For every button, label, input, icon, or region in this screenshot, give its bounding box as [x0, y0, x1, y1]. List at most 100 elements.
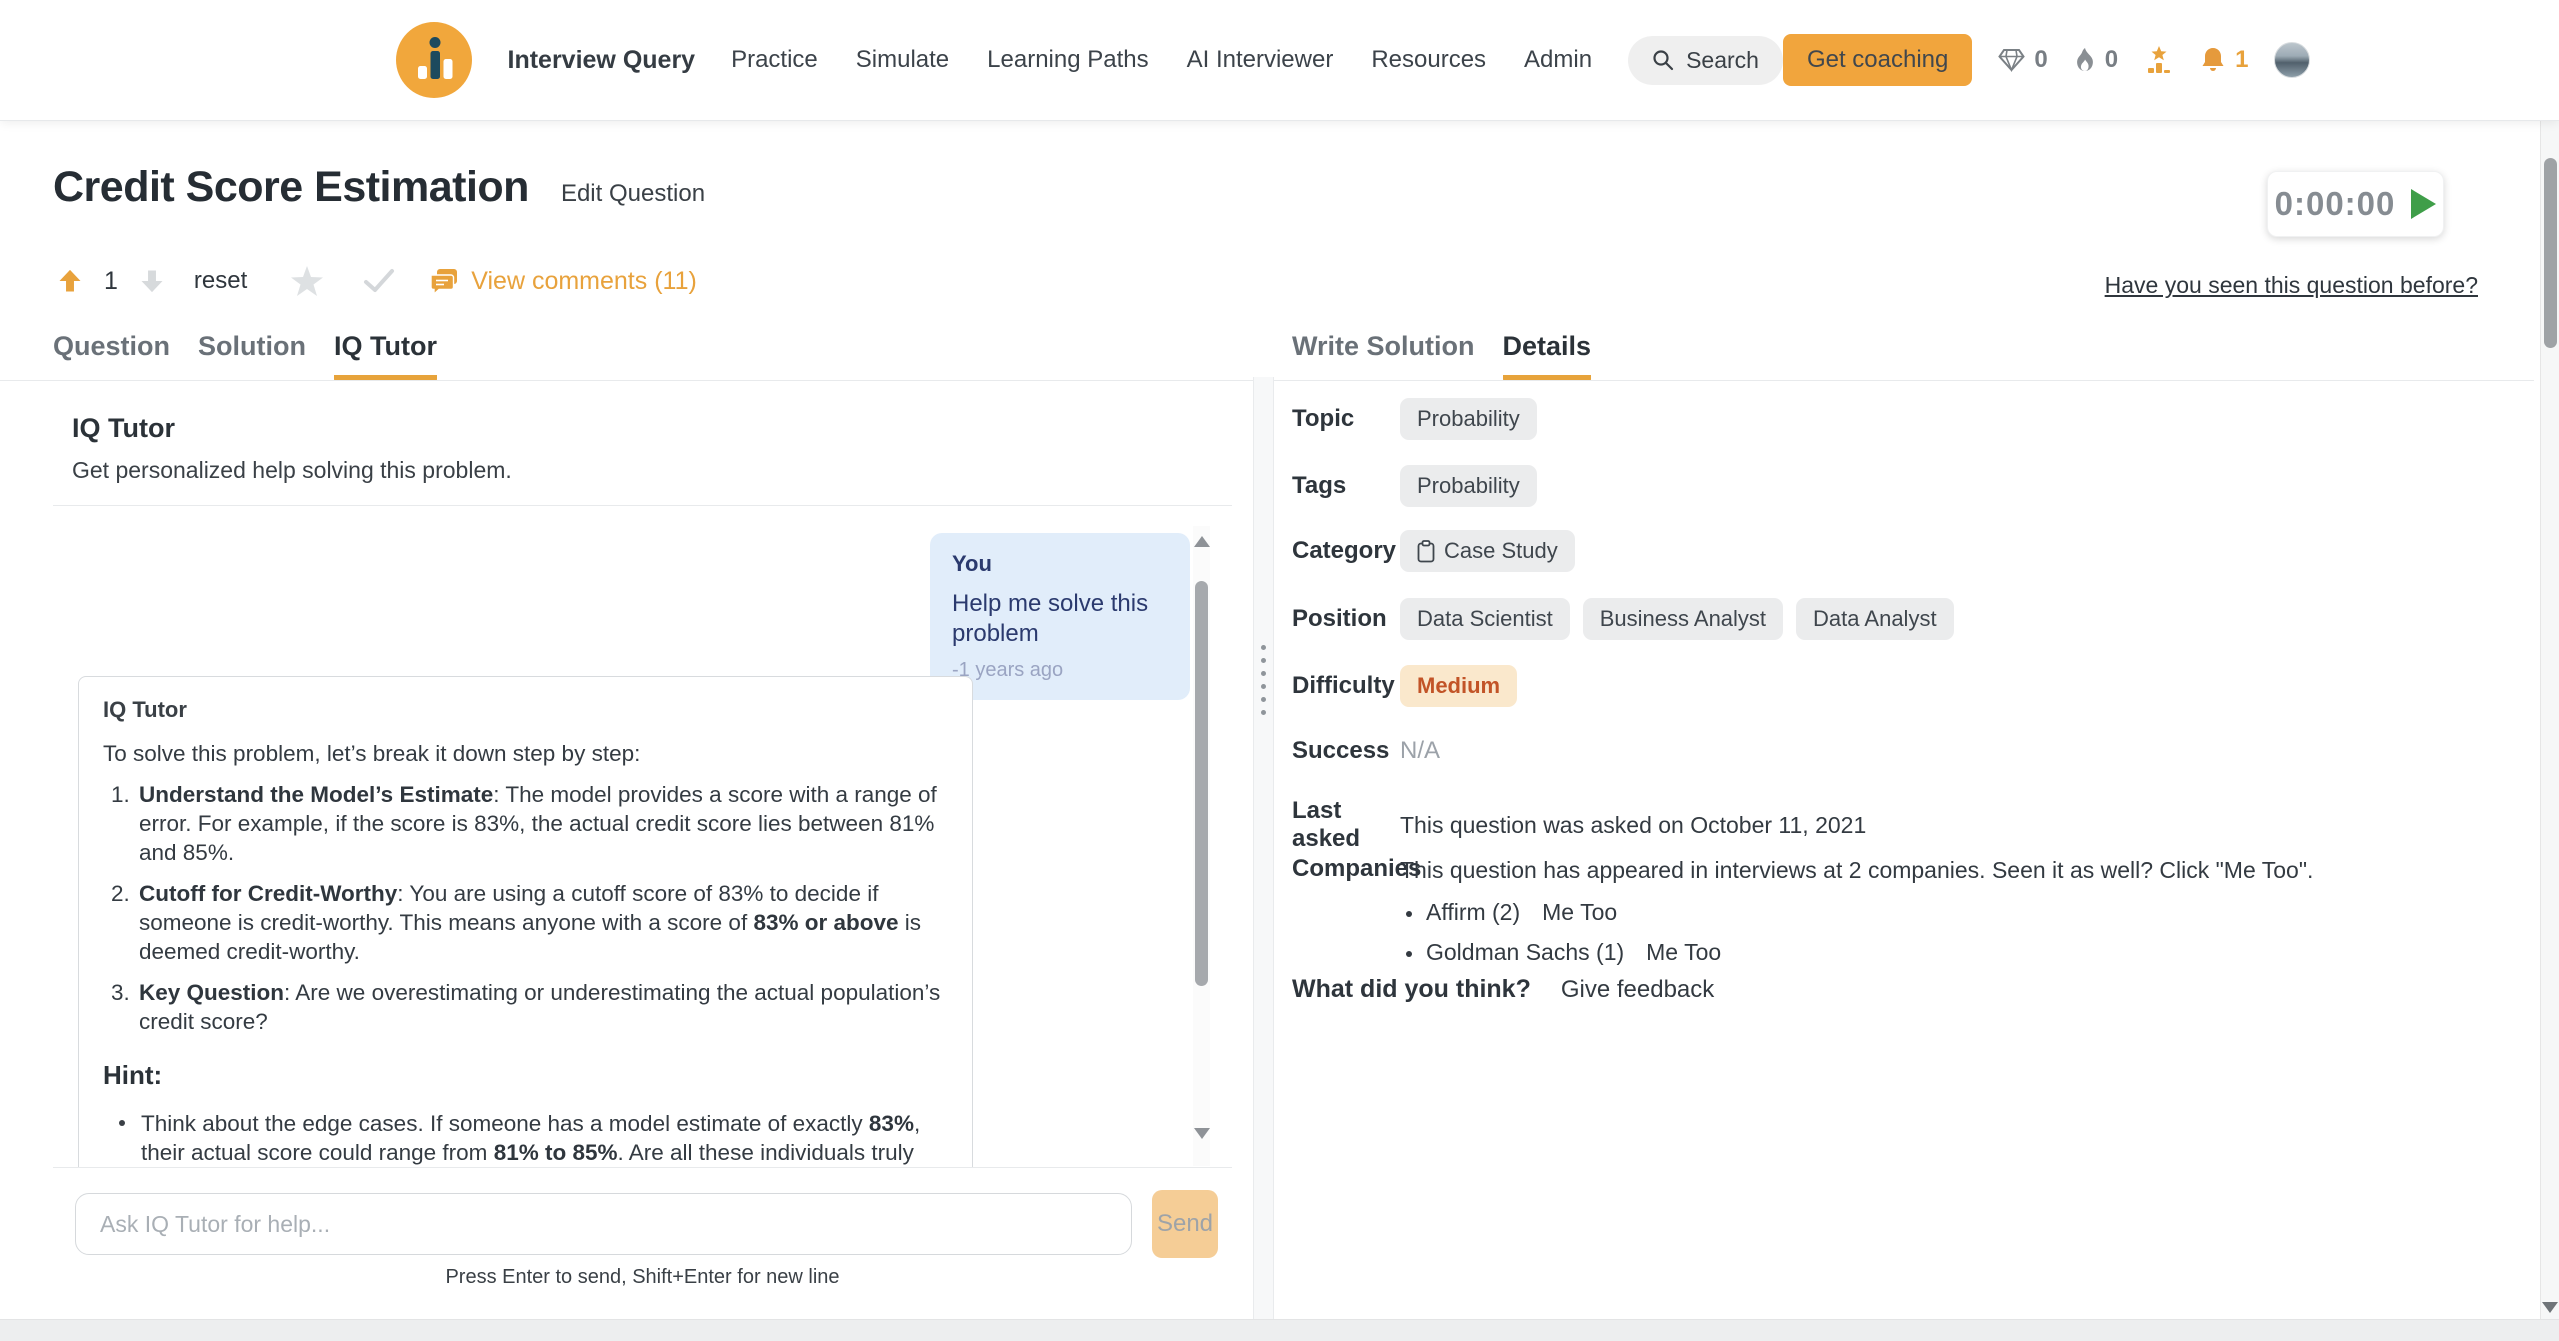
category-chip-case-study[interactable]: Case Study — [1400, 530, 1575, 572]
tutor-message-sender: IQ Tutor — [103, 697, 946, 723]
scroll-up-arrow-icon[interactable] — [1194, 536, 1210, 547]
bookmark-star-button[interactable] — [289, 264, 325, 298]
iq-tutor-heading: IQ Tutor — [72, 413, 175, 444]
position-chip-data-analyst[interactable]: Data Analyst — [1796, 598, 1954, 640]
give-feedback-link[interactable]: Give feedback — [1561, 976, 1714, 1004]
detail-row-last-asked: Last asked This question was asked on Oc… — [1292, 797, 1866, 853]
tutor-hint: Think about the edge cases. If someone h… — [119, 1109, 946, 1168]
tutor-step: Understand the Model’s Estimate: The mod… — [136, 780, 946, 867]
search-button[interactable]: Search — [1628, 36, 1783, 85]
diamond-count: 0 — [2034, 46, 2047, 74]
last-asked-label: Last asked — [1292, 797, 1400, 853]
diamond-counter[interactable]: 0 — [1998, 46, 2047, 74]
timer-card: 0:00:00 — [2267, 171, 2444, 237]
detail-row-feedback: What did you think? Give feedback — [1292, 975, 1714, 1004]
seen-before-link[interactable]: Have you seen this question before? — [2105, 272, 2478, 299]
tab-question[interactable]: Question — [53, 331, 170, 381]
diamond-icon — [1998, 48, 2025, 72]
detail-row-success: Success N/A — [1292, 737, 1440, 765]
hint-heading: Hint: — [103, 1060, 946, 1091]
user-message-bubble: You Help me solve this problem -1 years … — [930, 533, 1190, 700]
nav-link-simulate[interactable]: Simulate — [856, 46, 949, 74]
nav-link-learning-paths[interactable]: Learning Paths — [987, 46, 1148, 74]
nav-link-practice[interactable]: Practice — [731, 46, 818, 74]
tab-write-solution[interactable]: Write Solution — [1292, 331, 1475, 381]
chat-scrollbar-thumb[interactable] — [1195, 581, 1208, 986]
tab-solution[interactable]: Solution — [198, 331, 306, 381]
mark-complete-check-button[interactable] — [363, 268, 395, 294]
tags-label: Tags — [1292, 472, 1400, 500]
topic-chip-probability[interactable]: Probability — [1400, 398, 1537, 440]
tutor-hints-list: Think about the edge cases. If someone h… — [103, 1109, 946, 1168]
category-chip-label: Case Study — [1444, 538, 1558, 564]
me-too-button[interactable]: Me Too — [1542, 899, 1617, 926]
nav-link-admin[interactable]: Admin — [1524, 46, 1592, 74]
brand-name[interactable]: Interview Query — [508, 46, 696, 75]
difficulty-chip[interactable]: Medium — [1400, 665, 1517, 707]
company-name: Affirm (2) — [1426, 899, 1520, 926]
category-label: Category — [1292, 537, 1400, 565]
send-button[interactable]: Send — [1152, 1190, 1218, 1258]
leaderboard-star-icon — [2144, 45, 2174, 75]
horizontal-scrollbar-track — [0, 1319, 2559, 1341]
notification-count: 1 — [2235, 46, 2248, 74]
edit-question-link[interactable]: Edit Question — [561, 180, 705, 208]
topic-label: Topic — [1292, 405, 1400, 433]
nav-link-ai-interviewer[interactable]: AI Interviewer — [1187, 46, 1334, 74]
get-coaching-button[interactable]: Get coaching — [1783, 34, 1972, 86]
tutor-step: Cutoff for Credit-Worthy: You are using … — [136, 879, 946, 966]
page-scroll-down-arrow-icon[interactable] — [2541, 1302, 2559, 1313]
companies-list: Affirm (2) Me Too Goldman Sachs (1) Me Too — [1400, 899, 2540, 966]
play-timer-button[interactable] — [2411, 189, 2436, 219]
position-label: Position — [1292, 605, 1400, 633]
right-tab-bar: Write Solution Details — [1292, 331, 1591, 381]
position-chip-data-scientist[interactable]: Data Scientist — [1400, 598, 1570, 640]
scroll-down-arrow-icon[interactable] — [1193, 1128, 1210, 1139]
page-scrollbar-thumb[interactable] — [2544, 158, 2557, 348]
comments-icon — [429, 267, 459, 295]
streak-counter[interactable]: 0 — [2074, 46, 2118, 74]
upvote-button[interactable] — [56, 267, 84, 295]
tutor-message-intro: To solve this problem, let’s break it do… — [103, 739, 946, 768]
downvote-button[interactable] — [138, 267, 166, 295]
vote-count: 1 — [104, 267, 118, 296]
view-comments-label: View comments (11) — [471, 267, 697, 296]
panel-resize-handle[interactable] — [1253, 377, 1274, 1341]
me-too-button[interactable]: Me Too — [1646, 939, 1721, 966]
drag-dots-icon — [1254, 645, 1273, 715]
tutor-step: Key Question: Are we overestimating or u… — [136, 978, 946, 1036]
reset-button[interactable]: reset — [194, 267, 247, 295]
tutor-steps-list: Understand the Model’s Estimate: The mod… — [103, 780, 946, 1036]
user-message-text: Help me solve this problem — [952, 589, 1168, 649]
tags-chip-probability[interactable]: Probability — [1400, 465, 1537, 507]
last-asked-value: This question was asked on October 11, 2… — [1400, 812, 1866, 839]
notifications-item[interactable]: 1 — [2200, 46, 2248, 74]
interview-query-logo-icon[interactable] — [396, 22, 472, 98]
user-message-timestamp: -1 years ago — [952, 659, 1168, 682]
nav-link-resources[interactable]: Resources — [1371, 46, 1486, 74]
company-item-goldman-sachs-1: Goldman Sachs (1) Me Too — [1400, 939, 2540, 966]
tab-details[interactable]: Details — [1503, 331, 1592, 381]
companies-label: Companies — [1292, 855, 1400, 883]
detail-row-position: Position Data Scientist Business Analyst D… — [1292, 598, 1954, 640]
detail-row-category: Category Case Study — [1292, 530, 1575, 572]
user-avatar[interactable] — [2274, 42, 2310, 78]
search-label: Search — [1686, 47, 1759, 74]
leaderboard-item[interactable] — [2144, 45, 2174, 75]
difficulty-label: Difficulty — [1292, 672, 1400, 700]
success-value: N/A — [1400, 737, 1440, 765]
detail-row-tags: Tags Probability — [1292, 465, 1537, 507]
detail-row-topic: Topic Probability — [1292, 398, 1537, 440]
top-navbar: Interview Query Practice Simulate Learning… — [0, 0, 2559, 120]
view-comments-link[interactable]: View comments (11) — [429, 267, 697, 296]
ask-tutor-input[interactable] — [75, 1193, 1132, 1255]
streak-count: 0 — [2105, 46, 2118, 74]
detail-row-companies: Companies This question has appeared in … — [1292, 855, 2540, 966]
primary-nav: Practice Simulate Learning Paths AI Intervi… — [731, 46, 1592, 74]
chat-area: You Help me solve this problem -1 years … — [53, 505, 1232, 1168]
companies-intro: This question has appeared in interviews… — [1400, 855, 2540, 885]
feedback-label: What did you think? — [1292, 975, 1531, 1004]
position-chip-business-analyst[interactable]: Business Analyst — [1583, 598, 1783, 640]
tab-iq-tutor[interactable]: IQ Tutor — [334, 331, 437, 381]
company-name: Goldman Sachs (1) — [1426, 939, 1624, 966]
